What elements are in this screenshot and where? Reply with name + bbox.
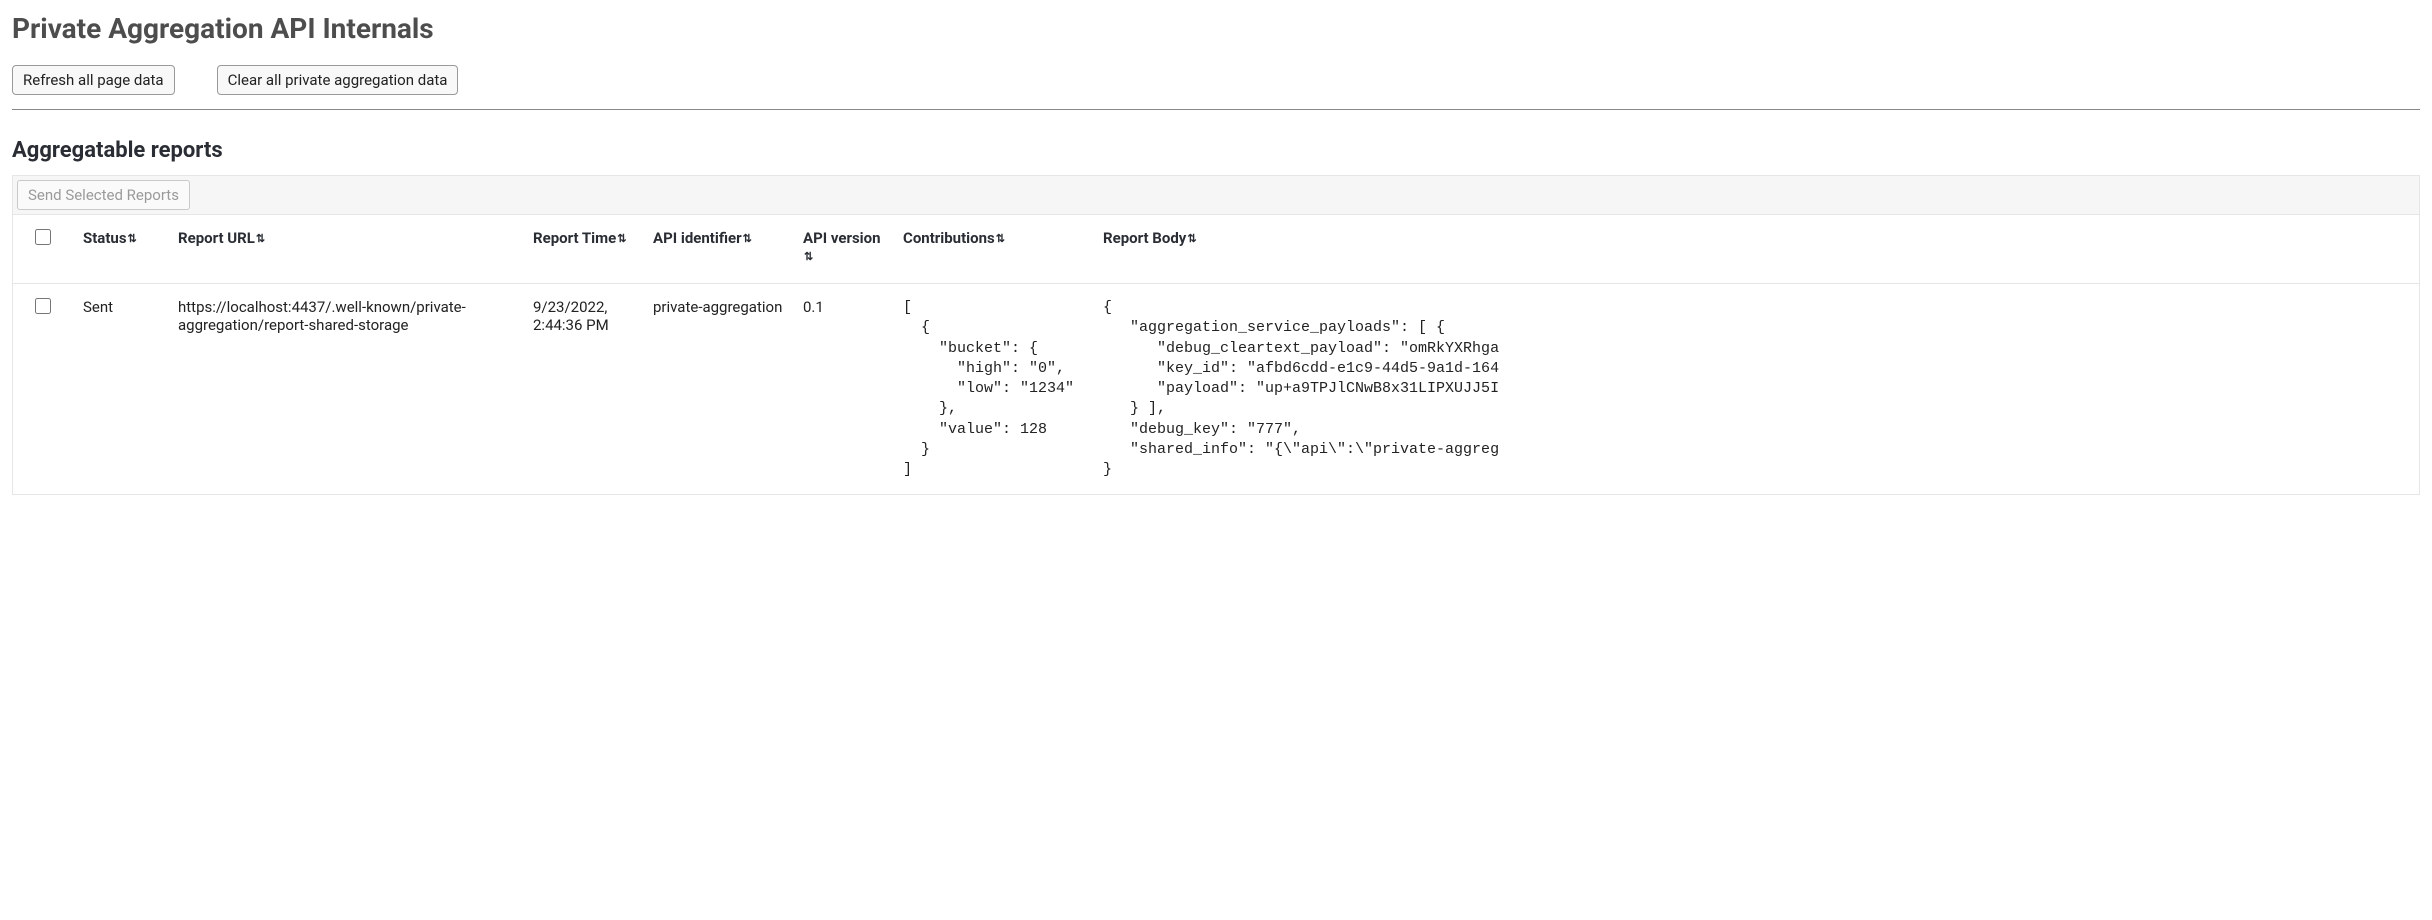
header-report-url[interactable]: Report URL⇅ <box>168 215 523 284</box>
clear-button[interactable]: Clear all private aggregation data <box>217 65 459 95</box>
page-title: Private Aggregation API Internals <box>12 12 2420 45</box>
header-report-time[interactable]: Report Time⇅ <box>523 215 643 284</box>
row-checkbox[interactable] <box>35 298 51 314</box>
sort-icon: ⇅ <box>804 251 813 262</box>
row-checkbox-cell <box>13 284 73 495</box>
report-body-pre: { "aggregation_service_payloads": [ { "d… <box>1103 298 2409 480</box>
contributions-pre: [ { "bucket": { "high": "0", "low": "123… <box>903 298 1083 480</box>
select-all-checkbox[interactable] <box>35 229 51 245</box>
section-title: Aggregatable reports <box>12 138 2420 163</box>
cell-report-body: { "aggregation_service_payloads": [ { "d… <box>1093 284 2419 495</box>
header-status[interactable]: Status⇅ <box>73 215 168 284</box>
refresh-button[interactable]: Refresh all page data <box>12 65 175 95</box>
divider <box>12 109 2420 110</box>
sort-icon: ⇅ <box>996 233 1005 244</box>
sort-icon: ⇅ <box>128 233 137 244</box>
header-api-version-label: API version <box>803 229 881 247</box>
cell-report-time: 9/23/2022, 2:44:36 PM <box>523 284 643 495</box>
header-report-url-label: Report URL <box>178 229 255 247</box>
header-api-identifier[interactable]: API identifier⇅ <box>643 215 793 284</box>
reports-table: Status⇅ Report URL⇅ Report Time⇅ API ide… <box>13 215 2419 494</box>
cell-contributions: [ { "bucket": { "high": "0", "low": "123… <box>893 284 1093 495</box>
header-checkbox-cell <box>13 215 73 284</box>
sort-icon: ⇅ <box>1187 233 1196 244</box>
cell-api-version: 0.1 <box>793 284 893 495</box>
cell-status: Sent <box>73 284 168 495</box>
sort-icon: ⇅ <box>256 233 265 244</box>
cell-api-identifier: private-aggregation <box>643 284 793 495</box>
sort-icon: ⇅ <box>743 233 752 244</box>
reports-table-container: Status⇅ Report URL⇅ Report Time⇅ API ide… <box>12 214 2420 495</box>
header-api-identifier-label: API identifier <box>653 229 742 247</box>
send-toolbar: Send Selected Reports <box>12 175 2420 214</box>
header-contributions-label: Contributions <box>903 229 995 247</box>
header-contributions[interactable]: Contributions⇅ <box>893 215 1093 284</box>
sort-icon: ⇅ <box>617 233 626 244</box>
cell-report-url: https://localhost:4437/.well-known/priva… <box>168 284 523 495</box>
table-row: Sent https://localhost:4437/.well-known/… <box>13 284 2419 495</box>
header-api-version[interactable]: API version ⇅ <box>793 215 893 284</box>
header-status-label: Status <box>83 229 127 247</box>
header-report-time-label: Report Time <box>533 229 616 247</box>
toolbar: Refresh all page data Clear all private … <box>12 65 2420 95</box>
header-report-body-label: Report Body <box>1103 229 1186 247</box>
send-selected-button[interactable]: Send Selected Reports <box>17 180 190 210</box>
header-report-body[interactable]: Report Body⇅ <box>1093 215 2419 284</box>
